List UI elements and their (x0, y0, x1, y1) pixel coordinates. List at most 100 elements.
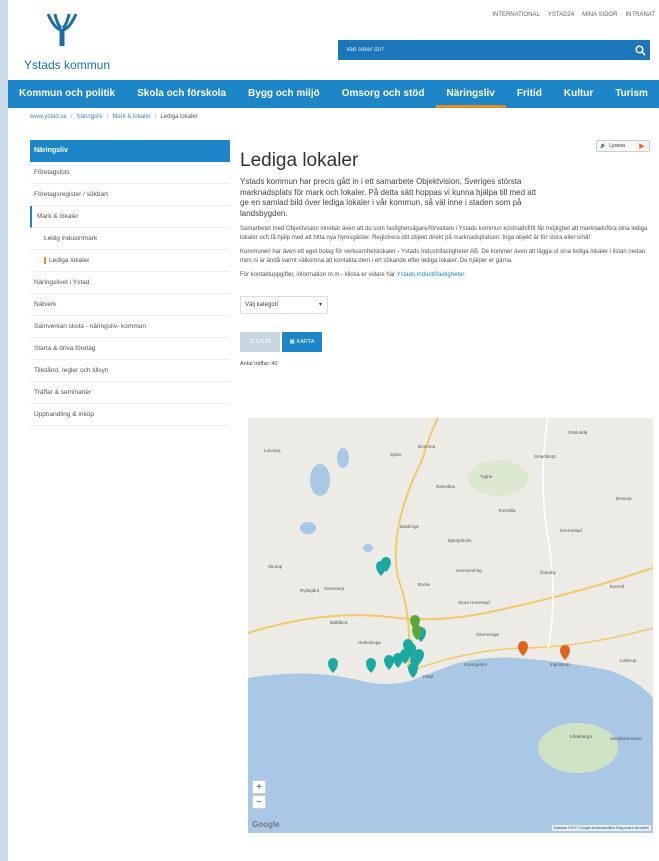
industrifastigheter-link[interactable]: Ystads Industrifastigheter. (397, 272, 466, 278)
map-label: Tyghe (480, 474, 493, 479)
map-marker[interactable] (366, 658, 376, 673)
map-label: Bjärsjöholm (448, 538, 472, 543)
lake (363, 544, 373, 552)
listen-button[interactable]: 🔊 Lyssna ▶ (596, 140, 650, 152)
top-link-mina-sidor[interactable]: MINA SIDOR (582, 12, 617, 18)
list-view-label: LISTA (256, 338, 271, 345)
sidebar-item-foretagsregister[interactable]: Företagsregister / sökbart (30, 184, 230, 206)
paragraph-contact: För kontaktuppgifter, information m.m - … (240, 271, 650, 280)
logo[interactable]: Ystads kommun (22, 12, 122, 72)
top-link-ystad24[interactable]: YSTAD24 (548, 12, 574, 18)
paragraph-industrifastigheter: Kommunen har även ett eget bolag för ver… (240, 249, 646, 264)
list-icon: ☰ (249, 338, 255, 345)
sidebar-item-tillstand[interactable]: Tillstånd, regler och tillsyn (30, 360, 230, 382)
nav-kultur[interactable]: Kultur (553, 80, 604, 108)
breadcrumb-separator: / (70, 114, 73, 120)
nav-bygg-och-miljo[interactable]: Bygg och miljö (237, 80, 331, 108)
sidebar-item-upphandling[interactable]: Upphandling & inköp (30, 404, 230, 426)
map-view-button[interactable]: ▦ KARTA (282, 331, 322, 352)
map-label: Köpingebro (464, 662, 488, 667)
top-link-international[interactable]: INTERNATIONAL (492, 12, 540, 18)
sidebar-item-ledig-industrimark[interactable]: Ledig industrimark (30, 228, 230, 250)
map-label: Kverrestad (560, 528, 582, 533)
map-marker[interactable] (518, 641, 528, 656)
breadcrumb-naringsliv[interactable]: Näringsliv (76, 114, 102, 120)
property-markers-orange[interactable] (518, 641, 570, 660)
contact-text: För kontaktuppgifter, information m.m - … (240, 272, 396, 278)
breadcrumb: www.ystad.se / Näringsliv / Mark & lokaler / L… (30, 114, 198, 120)
top-link-intranat[interactable]: INTRANAT (625, 12, 655, 18)
search-input[interactable] (338, 47, 630, 53)
sidebar-item-label: Näringslivet i Ystad (34, 279, 90, 286)
map-label: Smedstorp (534, 454, 556, 459)
sidebar-item-label: Starta & driva företag (34, 345, 96, 352)
sidebar-item-traffar[interactable]: Träffar & seminarier (30, 382, 230, 404)
sidebar-item-starta-driva[interactable]: Starta & driva företag (30, 338, 230, 360)
page: Ystads kommun INTERNATIONAL YSTAD24 MINA… (8, 0, 659, 861)
breadcrumb-current: Lediga lokaler (160, 114, 198, 120)
paragraph-objektvision: Samarbetet med Objektvision innebär även… (240, 226, 648, 241)
listen-label: Lyssna (609, 143, 625, 149)
map-copyright[interactable]: Kartdata ©2017 Google Användarvillkor Ra… (551, 825, 651, 831)
logo-text: Ystads kommun (24, 58, 111, 72)
map-label: Hedeskoga (358, 640, 381, 645)
search-icon[interactable] (630, 40, 650, 60)
sidebar-item-mark-lokaler[interactable]: Mark & lokaler (30, 206, 230, 228)
speaker-icon: 🔊 (600, 143, 607, 149)
map-label: Sjöbo (390, 452, 402, 457)
nav-turism[interactable]: Turism (604, 80, 659, 108)
map-label: Baldringe (400, 524, 420, 529)
map-label: Hammenhög (456, 568, 482, 573)
main-nav: Kommun och politik Skola och förskola By… (8, 80, 659, 108)
nav-kommun-och-politik[interactable]: Kommun och politik (8, 80, 126, 108)
nav-fritid[interactable]: Fritid (506, 80, 553, 108)
map-label: Balkåkra (330, 620, 348, 625)
map-view-label: KARTA (296, 338, 315, 345)
map-marker[interactable] (408, 663, 418, 678)
map-label: Glemminge (476, 632, 500, 637)
sidebar-item-naringslivet-i-ystad[interactable]: Näringslivet i Ystad (30, 272, 230, 294)
map[interactable]: Onslunda Tomelilla Brösarp Sjöbo Ramsåsa… (248, 418, 653, 833)
category-select[interactable]: Välj kategori ▾ (240, 295, 328, 314)
sidebar-item-label: Samverkan skola - näringsliv- kommun (34, 323, 146, 330)
map-canvas (248, 418, 653, 833)
map-label: Ingelstorp (550, 662, 570, 667)
breadcrumb-separator: / (106, 114, 109, 120)
map-label: Ramsåsa (436, 484, 456, 489)
nav-skola-och-forskola[interactable]: Skola och förskola (126, 80, 237, 108)
sidebar-item-samverkan[interactable]: Samverkan skola - näringsliv- kommun (30, 316, 230, 338)
map-marker[interactable] (328, 658, 338, 673)
sidebar-item-label: Träffar & seminarier (34, 389, 92, 396)
list-view-button[interactable]: ☰ LISTA (240, 331, 280, 352)
breadcrumb-home[interactable]: www.ystad.se (30, 114, 67, 120)
sidebar-heading[interactable]: Näringsliv (30, 140, 230, 162)
forest (538, 723, 618, 773)
map-label: Skurup (268, 564, 283, 569)
page-title: Lediga lokaler (240, 150, 359, 171)
lead-paragraph: Ystads kommun har precis gått in i ett s… (240, 177, 537, 218)
sidebar-item-lediga-lokaler[interactable]: Lediga lokaler (30, 250, 230, 272)
sidebar-item-label: Lediga lokaler (44, 257, 90, 264)
map-label: Svenstorp (324, 586, 345, 591)
map-marker[interactable] (560, 645, 570, 660)
nav-naringsliv[interactable]: Näringsliv (435, 80, 506, 108)
chevron-down-icon: ▾ (318, 302, 322, 308)
map-label: Löderup (620, 658, 637, 663)
map-label: Onslunda (568, 430, 588, 435)
map-label: Ystad (422, 674, 434, 679)
breadcrumb-mark-lokaler[interactable]: Mark & lokaler (112, 114, 150, 120)
header: Ystads kommun INTERNATIONAL YSTAD24 MINA… (8, 0, 659, 80)
sidebar-item-foretagslots[interactable]: Företagslots (30, 162, 230, 184)
view-toggle: ☰ LISTA ▦ KARTA (240, 331, 650, 352)
lake (310, 464, 330, 496)
zoom-out-button[interactable]: − (252, 795, 266, 809)
nav-omsorg-och-stod[interactable]: Omsorg och stöd (331, 80, 436, 108)
zoom-in-button[interactable]: + (252, 780, 266, 794)
sidebar-item-natverk[interactable]: Nätverk (30, 294, 230, 316)
sidebar-item-label: Företagsregister / sökbart (34, 191, 109, 198)
map-icon: ▦ (289, 338, 295, 345)
map-label: Everöd (610, 584, 625, 589)
google-logo: Google (252, 820, 280, 829)
play-icon: ▶ (635, 141, 649, 151)
map-marker[interactable] (384, 655, 394, 670)
